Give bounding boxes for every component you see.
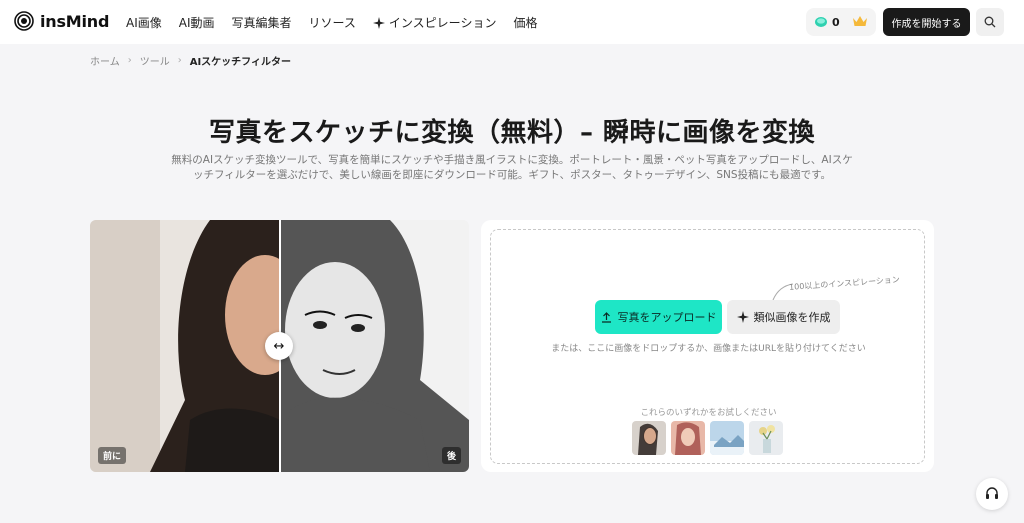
breadcrumb-current: AIスケッチフィルター [189,57,291,68]
before-after-comparison[interactable]: ↔ 前に 後 [90,220,469,472]
before-label: 前に [98,447,127,464]
menu-inspiration[interactable]: インスピレーション [372,14,497,31]
menu-pricing[interactable]: 価格 [513,14,537,31]
upload-panel: 100以上のインスピレーション 写真をアップロード 類似画像を作成 または、ここ… [481,220,934,472]
search-button[interactable] [976,8,1004,36]
menu-inspiration-label: インスピレーション [388,16,497,30]
crown-icon[interactable] [852,14,868,28]
menu-resources[interactable]: リソース [309,14,356,31]
coin-icon [815,17,827,27]
breadcrumb-tools[interactable]: ツール [140,53,170,68]
sample-image-portrait[interactable] [632,421,666,455]
chevron-right-icon: › [177,55,182,66]
top-navbar: insMind AI画像 AI動画 写真編集者 リソース インスピレーション 価… [0,0,1024,44]
menu-ai-video[interactable]: AI動画 [179,14,215,31]
sample-image-flowers[interactable] [749,421,783,455]
start-creating-button[interactable]: 作成を開始する [883,8,970,36]
logo-spiral-icon [14,11,34,31]
credits-count: 0 [832,15,840,29]
create-similar-label: 類似画像を作成 [753,311,831,324]
drop-hint: または、ここに画像をドロップするか、画像またはURLを貼り付けてください [551,344,866,354]
support-button[interactable] [976,478,1008,510]
try-samples-label: これらのいずれかをお試しください [640,408,777,418]
inspiration-note: 100以上のインスピレーション [788,275,901,292]
upload-photo-label: 写真をアップロード [617,311,717,324]
breadcrumb: ホーム › ツール › AIスケッチフィルター [90,53,291,68]
create-similar-button[interactable]: 類似画像を作成 [727,300,840,334]
sample-images [632,421,783,455]
sample-image-landscape[interactable] [710,421,744,455]
search-icon [984,16,996,28]
breadcrumb-home[interactable]: ホーム [90,53,120,68]
comparison-slider-handle[interactable]: ↔ [265,332,293,360]
menu-photo-editor[interactable]: 写真編集者 [232,14,292,31]
sparkle-icon [372,16,385,29]
sparkle-icon [736,311,749,323]
upload-photo-button[interactable]: 写真をアップロード [595,300,722,334]
brand-logo[interactable]: insMind [14,11,109,31]
headset-icon [986,487,998,499]
drop-zone[interactable]: 100以上のインスピレーション 写真をアップロード 類似画像を作成 または、ここ… [490,229,925,464]
page-title: 写真をスケッチに変換（無料）– 瞬時に画像を変換 [208,118,816,148]
sample-image-girl[interactable] [671,421,705,455]
brand-name: insMind [40,11,110,31]
main-menu: AI画像 AI動画 写真編集者 リソース インスピレーション 価格 [126,14,537,31]
menu-ai-image[interactable]: AI画像 [126,14,162,31]
upload-icon [601,311,611,323]
page-subtitle: 無料のAIスケッチ変換ツールで、写真を簡単にスケッチや手描き風イラストに変換。ポ… [171,154,853,181]
chevron-right-icon: › [127,55,132,66]
after-label: 後 [441,447,461,464]
